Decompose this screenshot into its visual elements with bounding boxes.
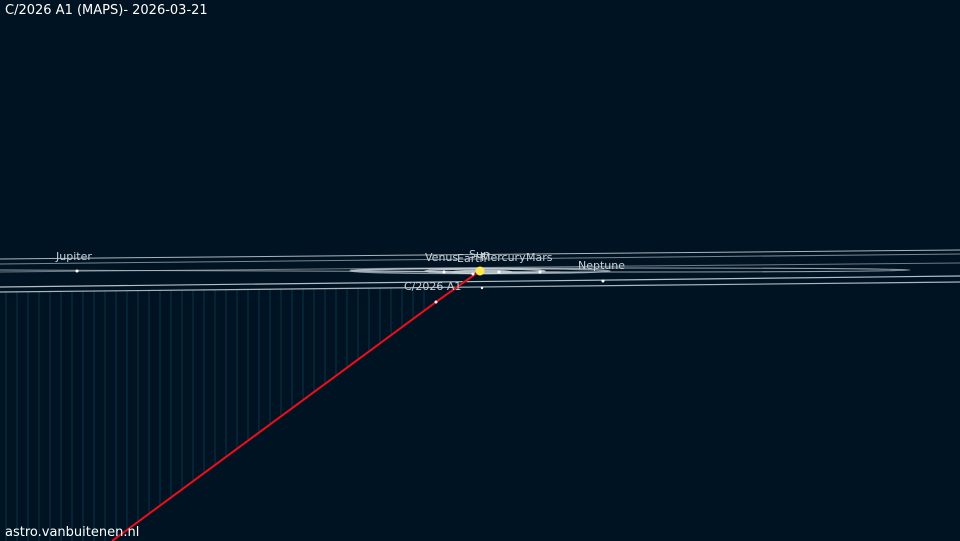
comet-drop-lines [5, 287, 425, 541]
label-mars: Mars [526, 251, 553, 264]
venus-dot[interactable] [442, 270, 446, 274]
comet-dot[interactable] [434, 300, 438, 304]
extra-dot [480, 286, 484, 290]
label-comet: C/2026 A1 [404, 280, 461, 293]
jupiter-dot[interactable] [75, 269, 79, 273]
label-jupiter: Jupiter [55, 250, 92, 263]
sun-icon[interactable] [475, 266, 485, 276]
site-credit[interactable]: astro.vanbuitenen.nl [5, 525, 139, 540]
orbit-outer-4 [0, 275, 960, 288]
solar-system-view[interactable]: Jupiter Venus Earth Sun Mercury Mars Nep… [0, 0, 960, 541]
label-venus: Venus [425, 251, 458, 264]
mars-dot[interactable] [538, 270, 542, 274]
orbit-outer-5 [0, 281, 960, 293]
neptune-dot[interactable] [601, 279, 605, 283]
label-neptune: Neptune [578, 259, 625, 272]
earth-dot[interactable] [471, 272, 475, 276]
view-title: C/2026 A1 (MAPS)- 2026-03-21 [5, 3, 208, 18]
mercury-dot[interactable] [497, 270, 501, 274]
label-mercury: Mercury [481, 251, 526, 264]
